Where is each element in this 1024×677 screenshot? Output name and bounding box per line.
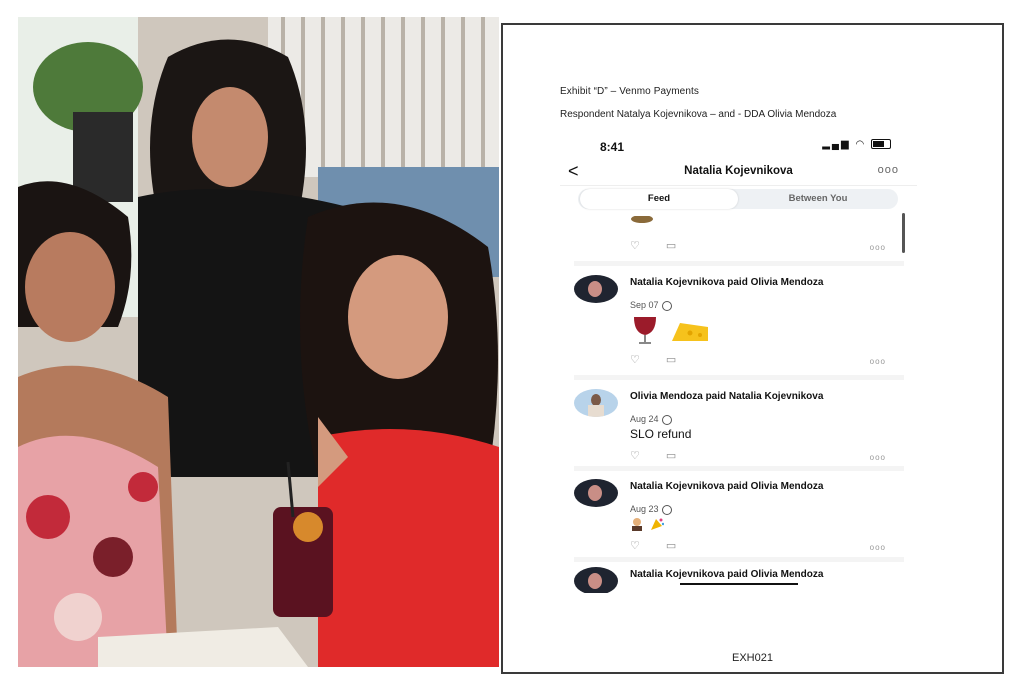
wifi-icon: ◠: [855, 139, 867, 150]
payment-note: SLO refund: [630, 427, 692, 441]
person-emoji-icon: [630, 517, 644, 536]
item-actions: ♡ ▭: [630, 449, 702, 462]
comment-icon[interactable]: ▭: [666, 240, 676, 252]
list-item[interactable]: Natalia Kojevnikova paid Olivia Mendoza …: [560, 473, 916, 553]
home-indicator: [680, 583, 798, 585]
like-icon[interactable]: ♡: [630, 540, 640, 552]
payment-date: Aug 24: [630, 414, 672, 425]
divider: [574, 557, 904, 562]
item-more-button[interactable]: ooo: [870, 357, 886, 366]
payment-date-text: Aug 23: [630, 504, 659, 514]
payment-date: Sep 07: [630, 300, 672, 311]
list-item[interactable]: Natalia Kojevnikova paid Olivia Mendoza: [560, 565, 916, 593]
like-icon[interactable]: ♡: [630, 450, 640, 462]
battery-icon: [871, 139, 891, 150]
exhibit-title: Exhibit “D” – Venmo Payments: [560, 86, 699, 97]
photo-image: [18, 17, 499, 667]
payment-headline: Olivia Mendoza paid Natalia Kojevnikova: [630, 391, 824, 402]
avatar: [574, 567, 618, 593]
status-icons: ▂▄▆ ◠: [822, 139, 891, 150]
item-actions: ♡ ▭: [630, 239, 702, 252]
photo-three-women: [18, 17, 499, 667]
exhibit-number: EXH021: [732, 652, 773, 664]
list-item[interactable]: Natalia Kojevnikova paid Olivia Mendoza …: [560, 269, 916, 373]
exhibit-parties: Respondent Natalya Kojevnikova – and - D…: [560, 109, 837, 120]
payment-headline: Natalia Kojevnikova paid Olivia Mendoza: [630, 277, 824, 288]
payment-date-text: Sep 07: [630, 300, 659, 310]
exhibit-page: Exhibit “D” – Venmo Payments Respondent …: [501, 23, 1004, 674]
divider: [574, 261, 904, 266]
item-more-button[interactable]: ooo: [870, 453, 886, 462]
status-time: 8:41: [600, 140, 625, 154]
tab-between-you[interactable]: Between You: [738, 189, 898, 209]
globe-icon: [661, 504, 672, 515]
feed-tabs: Feed Between You: [578, 189, 898, 209]
comment-icon[interactable]: ▭: [666, 540, 676, 552]
like-icon[interactable]: ♡: [630, 354, 640, 366]
tab-feed[interactable]: Feed: [580, 189, 738, 209]
divider: [574, 466, 904, 471]
nav-bar: < Natalia Kojevnikova ooo: [560, 159, 917, 186]
globe-icon: [661, 300, 672, 311]
payment-date-text: Aug 24: [630, 414, 659, 424]
like-icon[interactable]: ♡: [630, 240, 640, 252]
cheese-wedge-icon: [670, 321, 710, 348]
food-emoji-icon: [630, 213, 654, 231]
avatar: [574, 479, 618, 507]
comment-icon[interactable]: ▭: [666, 450, 676, 462]
party-popper-icon: [650, 517, 665, 536]
list-item: ♡ ▭ ooo: [560, 213, 916, 259]
comment-icon[interactable]: ▭: [666, 354, 676, 366]
payment-date: Aug 23: [630, 504, 672, 515]
venmo-screenshot: 8:41 ▂▄▆ ◠ < Natalia Kojevnikova ooo Fee…: [560, 133, 917, 593]
item-more-button[interactable]: ooo: [870, 543, 886, 552]
item-more-button[interactable]: ooo: [870, 243, 886, 252]
payment-headline: Natalia Kojevnikova paid Olivia Mendoza: [630, 481, 824, 492]
profile-title: Natalia Kojevnikova: [684, 165, 793, 177]
list-item[interactable]: Olivia Mendoza paid Natalia Kojevnikova …: [560, 383, 916, 473]
divider: [574, 375, 904, 380]
payment-headline: Natalia Kojevnikova paid Olivia Mendoza: [630, 569, 824, 580]
item-actions: ♡ ▭: [630, 353, 702, 366]
signal-icon: ▂▄▆: [822, 139, 851, 150]
avatar: [574, 389, 618, 417]
avatar: [574, 275, 618, 303]
status-bar: 8:41 ▂▄▆ ◠: [560, 133, 917, 159]
wine-glass-icon: [630, 315, 660, 350]
globe-icon: [661, 414, 672, 425]
more-options-button[interactable]: ooo: [878, 164, 899, 176]
item-actions: ♡ ▭: [630, 539, 702, 552]
